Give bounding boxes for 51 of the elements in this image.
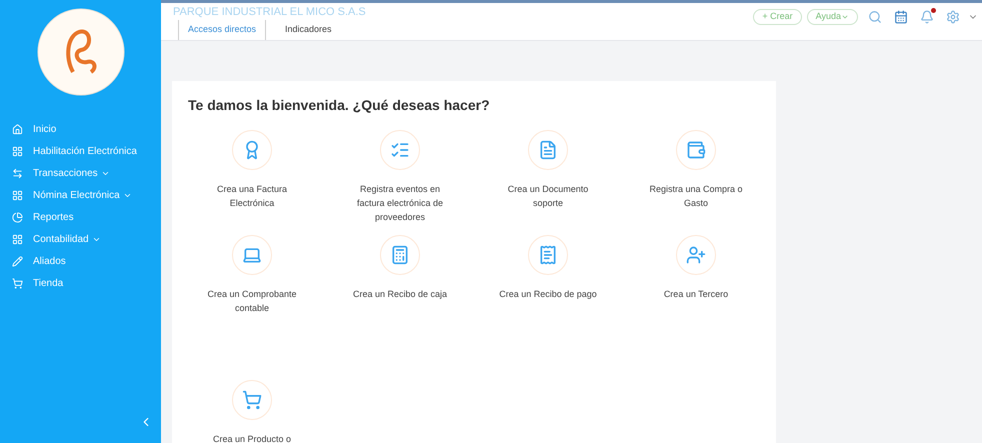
company-name: PARQUE INDUSTRIAL EL MICO S.A.S [173,4,366,20]
calendar-icon[interactable] [894,10,908,24]
pie-chart-icon [12,212,23,222]
shortcut-tile[interactable]: Crea un Recibo de caja [326,235,474,301]
sidebar-item[interactable]: Habilitación Electrónica [0,140,161,162]
add-user-icon [686,245,706,265]
grid-icon [12,234,23,244]
settings-icon[interactable] [946,10,960,24]
help-button[interactable]: Ayuda [806,9,858,25]
sidebar-item[interactable]: Reportes [0,206,161,228]
tab[interactable]: Indicadores [276,20,341,40]
shortcut-tile[interactable]: Registra eventos en factura electrónica de proveedores [326,130,474,224]
arrows-icon [12,168,23,178]
shortcut-tile[interactable]: Crea un Tercero [622,235,770,301]
shortcut-tile[interactable]: Crea una Factura Electrónica [178,130,326,210]
shortcut-label: Crea un Producto o [212,433,292,443]
sidebar-item[interactable]: Nómina Electrónica [0,184,161,206]
wallet-icon [686,140,706,160]
shortcut-label: Registra una Compra o Gasto [648,183,744,210]
shortcut-tile[interactable]: Registra una Compra o Gasto [622,130,770,210]
document-icon [538,140,558,160]
sidebar-item[interactable]: Tienda [0,272,161,294]
grid-icon [12,146,23,156]
create-button[interactable]: + Crear [753,9,802,25]
shortcut-tile[interactable]: Crea un Recibo de pago [474,235,622,301]
caret-icon [841,13,849,21]
search-icon[interactable] [868,10,882,24]
home-icon [12,124,23,134]
calculator-icon [390,245,410,265]
shortcut-label: Crea una Factura Electrónica [216,183,288,210]
sidebar-item[interactable]: Contabilidad [0,228,161,250]
sidebar-item[interactable]: Aliados [0,250,161,272]
shortcut-label: Crea un Tercero [662,288,730,301]
bell-icon[interactable] [920,10,934,24]
shortcut-label: Crea un Recibo de caja [352,288,448,301]
pencil-icon [12,256,23,266]
grid-icon [12,190,23,200]
shortcut-tile[interactable]: Crea un Producto o [178,380,326,443]
tab[interactable]: Accesos directos [178,20,266,40]
shortcut-label: Crea un Comprobante contable [206,288,298,315]
shortcut-label: Crea un Documento soporte [506,183,590,210]
cart-icon [242,390,262,410]
sidebar-item[interactable]: Inicio [0,118,161,140]
welcome-title: Te damos la bienvenida. ¿Qué deseas hacer? [187,96,491,115]
shortcut-label: Crea un Recibo de pago [498,288,598,301]
shortcut-tile[interactable]: Crea un Documento soporte [474,130,622,210]
cart-icon [12,278,23,288]
shortcut-label: Registra eventos en factura electrónica de proveedores [356,183,444,224]
shortcut-tile[interactable]: Crea un Comprobante contable [178,235,326,315]
sidebar-item[interactable]: Transacciones [0,162,161,184]
receipt-icon [538,245,558,265]
